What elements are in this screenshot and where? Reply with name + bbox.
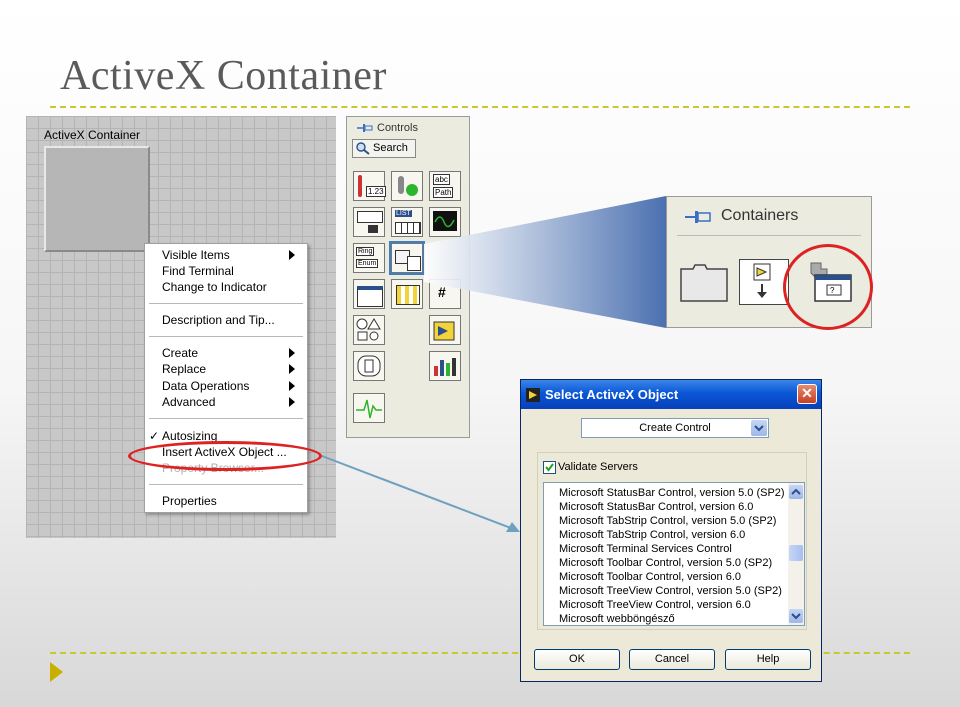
numeric-controls-icon[interactable]: 1.23 bbox=[353, 171, 386, 201]
checkmark-icon: ✓ bbox=[149, 429, 160, 443]
object-type-value: Create Control bbox=[639, 422, 711, 434]
io-icon[interactable] bbox=[353, 279, 385, 309]
dialog-titlebar[interactable]: Select ActiveX Object ✕ bbox=[521, 380, 821, 409]
validate-servers-checkbox[interactable] bbox=[543, 461, 556, 474]
submenu-arrow-icon bbox=[289, 250, 295, 260]
list-label: LIST bbox=[395, 210, 412, 217]
list-item[interactable]: Microsoft webböngésző bbox=[559, 613, 675, 625]
dialog-title: Select ActiveX Object bbox=[545, 387, 679, 402]
list-item[interactable]: Microsoft Terminal Services Control bbox=[559, 543, 732, 555]
array-cluster-icon[interactable] bbox=[353, 207, 385, 237]
chevron-down-icon[interactable] bbox=[751, 420, 767, 436]
search-label: Search bbox=[373, 142, 408, 154]
menu-item-find-terminal[interactable]: Find Terminal bbox=[162, 264, 234, 278]
list-item[interactable]: Microsoft TabStrip Control, version 6.0 bbox=[559, 529, 745, 541]
charts-icon[interactable] bbox=[429, 351, 461, 381]
zoom-separator bbox=[677, 235, 861, 236]
menu-separator bbox=[149, 303, 303, 304]
menu-separator bbox=[149, 484, 303, 485]
tab-control-icon[interactable] bbox=[679, 259, 729, 305]
activex-container-label: ActiveX Container bbox=[44, 128, 141, 142]
hash-label: # bbox=[438, 284, 446, 300]
help-button[interactable]: Help bbox=[725, 649, 811, 670]
bullet-triangle-icon bbox=[50, 662, 63, 682]
menu-item-change-to-indicator[interactable]: Change to Indicator bbox=[162, 280, 267, 294]
decorations-icon[interactable]: # bbox=[429, 279, 461, 309]
menu-item-replace[interactable]: Replace bbox=[162, 362, 206, 376]
scroll-up-icon[interactable] bbox=[789, 485, 803, 499]
ok-button[interactable]: OK bbox=[534, 649, 620, 670]
checkmark-icon bbox=[545, 463, 554, 472]
list-item[interactable]: Microsoft StatusBar Control, version 5.0… bbox=[559, 487, 785, 499]
menu-separator bbox=[149, 336, 303, 337]
list-item[interactable]: Microsoft StatusBar Control, version 6.0 bbox=[559, 501, 753, 513]
context-menu: Visible Items Find Terminal Change to In… bbox=[144, 243, 308, 513]
containers-title: Containers bbox=[721, 207, 799, 224]
controls-palette: Controls Search 1.23 abc Path LIST Ring … bbox=[346, 116, 470, 438]
menu-item-data-operations[interactable]: Data Operations bbox=[162, 379, 249, 393]
list-table-icon[interactable]: LIST bbox=[391, 207, 423, 237]
numeric-label: 1.23 bbox=[366, 186, 386, 197]
menu-item-create[interactable]: Create bbox=[162, 346, 198, 360]
menu-item-properties[interactable]: Properties bbox=[162, 494, 217, 508]
enum-label: Enum bbox=[356, 259, 379, 268]
scroll-down-icon[interactable] bbox=[789, 609, 803, 623]
pointer-arrow bbox=[321, 455, 517, 531]
list-scrollbar[interactable] bbox=[788, 483, 804, 625]
thumbtack-icon[interactable] bbox=[357, 123, 373, 133]
express-vi-icon[interactable] bbox=[429, 315, 461, 345]
thumbtack-icon[interactable] bbox=[685, 209, 713, 225]
string-label: abc bbox=[433, 174, 450, 185]
containers-palette-icon[interactable] bbox=[389, 241, 425, 275]
refnum-icon[interactable] bbox=[353, 351, 385, 381]
list-item[interactable]: Microsoft TreeView Control, version 5.0 … bbox=[559, 585, 782, 597]
object-type-select[interactable]: Create Control bbox=[581, 418, 769, 438]
select-activex-object-dialog: Select ActiveX Object ✕ Create Control V… bbox=[520, 379, 822, 682]
cancel-button[interactable]: Cancel bbox=[629, 649, 715, 670]
highlight-oval bbox=[783, 244, 873, 330]
boolean-controls-icon[interactable] bbox=[391, 171, 423, 201]
path-label: Path bbox=[433, 187, 454, 198]
submenu-arrow-icon bbox=[289, 364, 295, 374]
activex-container-control[interactable] bbox=[44, 146, 150, 252]
validate-servers-label: Validate Servers bbox=[558, 461, 638, 473]
magnifier-icon bbox=[356, 142, 370, 155]
menu-item-visible-items[interactable]: Visible Items bbox=[162, 248, 230, 262]
list-item[interactable]: Microsoft Toolbar Control, version 6.0 bbox=[559, 571, 741, 583]
menu-separator bbox=[149, 418, 303, 419]
list-item[interactable]: Microsoft Toolbar Control, version 5.0 (… bbox=[559, 557, 772, 569]
scroll-thumb[interactable] bbox=[789, 545, 803, 561]
shapes-icon[interactable] bbox=[353, 315, 385, 345]
list-item[interactable]: Microsoft TreeView Control, version 6.0 bbox=[559, 599, 751, 611]
menu-item-description-and-tip[interactable]: Description and Tip... bbox=[162, 313, 275, 327]
close-icon[interactable]: ✕ bbox=[797, 384, 817, 404]
submenu-arrow-icon bbox=[289, 348, 295, 358]
signal-icon[interactable] bbox=[353, 393, 385, 423]
slide-title: ActiveX Container bbox=[60, 53, 387, 99]
menu-item-advanced[interactable]: Advanced bbox=[162, 395, 215, 409]
highlight-oval bbox=[128, 441, 322, 471]
title-divider bbox=[50, 106, 910, 108]
activex-object-list[interactable]: Microsoft StatusBar Control, version 5.0… bbox=[543, 482, 805, 626]
palette-title: Controls bbox=[377, 122, 418, 134]
labview-app-icon bbox=[526, 388, 540, 402]
palette-search-button[interactable]: Search bbox=[352, 139, 416, 158]
arrowhead-icon bbox=[506, 522, 520, 532]
variant-class-icon[interactable] bbox=[391, 279, 423, 309]
subpanel-icon[interactable] bbox=[739, 259, 789, 305]
submenu-arrow-icon bbox=[289, 381, 295, 391]
submenu-arrow-icon bbox=[289, 397, 295, 407]
ring-enum-icon[interactable]: Ring Enum bbox=[353, 243, 385, 273]
ring-label: Ring bbox=[356, 247, 375, 256]
list-item[interactable]: Microsoft TabStrip Control, version 5.0 … bbox=[559, 515, 776, 527]
string-path-controls-icon[interactable]: abc Path bbox=[429, 171, 461, 201]
graph-icon[interactable] bbox=[429, 207, 461, 237]
